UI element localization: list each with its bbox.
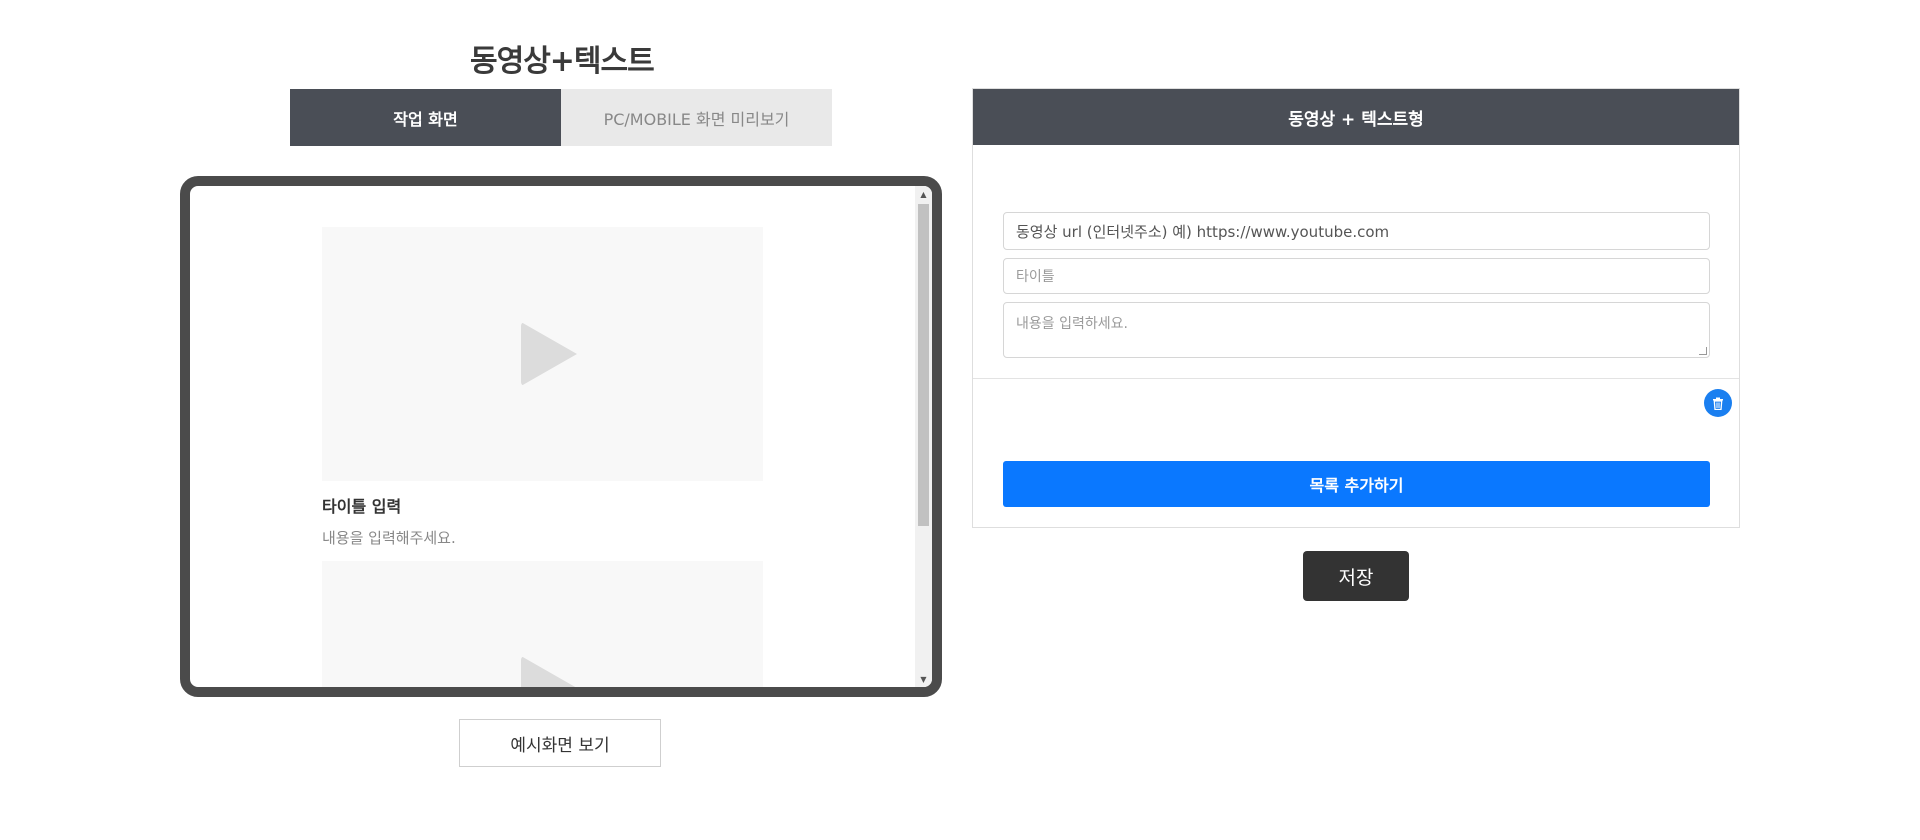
divider [973, 378, 1739, 379]
tab-preview[interactable]: PC/MOBILE 화면 미리보기 [561, 89, 832, 146]
video-placeholder[interactable] [322, 561, 763, 687]
play-icon [520, 322, 577, 386]
video-card [322, 561, 763, 687]
view-tabs: 작업 화면 PC/MOBILE 화면 미리보기 [290, 89, 832, 146]
card-title: 타이틀 입력 [322, 497, 402, 516]
editor-panel: 동영상 + 텍스트형 동영상 url (인터넷주소) 예) https://ww… [972, 88, 1740, 528]
panel-header: 동영상 + 텍스트형 [973, 89, 1739, 145]
content-textarea[interactable]: 내용을 입력하세요. [1003, 302, 1710, 358]
preview-scrollbar[interactable]: ▲ ▼ [915, 186, 932, 687]
card-content: 내용을 입력해주세요. [322, 529, 456, 547]
video-card: 타이틀 입력 내용을 입력해주세요. [322, 227, 763, 548]
preview-screen[interactable]: 타이틀 입력 내용을 입력해주세요. [190, 186, 922, 687]
resize-handle-icon[interactable] [1699, 347, 1707, 355]
add-item-button[interactable]: 목록 추가하기 [1003, 461, 1710, 507]
video-url-input[interactable]: 동영상 url (인터넷주소) 예) https://www.youtube.c… [1003, 212, 1710, 250]
scroll-up-arrow-icon[interactable]: ▲ [915, 186, 932, 202]
tab-work-screen[interactable]: 작업 화면 [290, 89, 561, 146]
play-icon [520, 656, 577, 687]
scroll-thumb[interactable] [918, 204, 929, 526]
scroll-down-arrow-icon[interactable]: ▼ [915, 671, 932, 687]
delete-item-button[interactable] [1704, 389, 1732, 417]
save-button[interactable]: 저장 [1303, 551, 1409, 601]
title-input[interactable]: 타이틀 [1003, 258, 1710, 294]
content-placeholder: 내용을 입력하세요. [1016, 316, 1128, 332]
example-preview-button[interactable]: 예시화면 보기 [459, 719, 661, 767]
video-placeholder[interactable] [322, 227, 763, 481]
trash-icon [1713, 397, 1723, 410]
page-title: 동영상+텍스트 [470, 44, 655, 79]
device-frame: 타이틀 입력 내용을 입력해주세요. ▲ ▼ [180, 176, 942, 697]
